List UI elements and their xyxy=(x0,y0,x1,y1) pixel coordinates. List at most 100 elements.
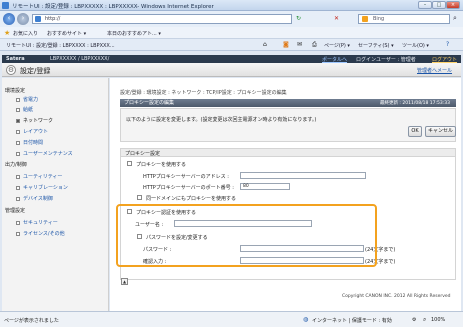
bullet-icon xyxy=(16,107,20,112)
sidebar-item-utility[interactable]: ユーティリティー xyxy=(16,173,62,180)
page-menu[interactable]: ページ(P) ▾ xyxy=(324,42,350,49)
back-icon[interactable]: ‹ xyxy=(3,13,15,25)
login-user: ログインユーザー : 管理者 xyxy=(356,57,416,63)
sidebar-category-environment: 環境設定 xyxy=(5,88,26,94)
logout-link[interactable]: ログアウト xyxy=(432,56,457,63)
sidebar-item-device-control[interactable]: デバイス制御 xyxy=(16,195,53,202)
sidebar-item-security[interactable]: セキュリティー xyxy=(16,219,58,226)
sidebar-item-label: 日付時間 xyxy=(23,140,44,146)
breadcrumb: 設定/登録 : 環境設定 : ネットワーク : TCP/IP設定 : プロキシー… xyxy=(120,90,287,96)
stop-icon[interactable]: ✕ xyxy=(334,15,339,22)
help-icon[interactable]: ? xyxy=(446,41,449,48)
zoom-icon[interactable]: ⌕ xyxy=(423,316,426,324)
refresh-icon[interactable]: ↻ xyxy=(296,15,301,22)
bullet-icon xyxy=(16,129,20,134)
home-icon[interactable]: ⌂ xyxy=(263,41,267,48)
sidebar-item-label: セキュリティー xyxy=(23,220,58,226)
sidebar-item-label: ネットワーク xyxy=(23,118,54,124)
status-text: ページが表示されました xyxy=(4,318,59,324)
sidebar-item-label: 省電力 xyxy=(23,97,39,103)
feeds-icon[interactable]: ◙ xyxy=(283,41,289,48)
forward-icon[interactable]: › xyxy=(17,13,29,25)
tab-current[interactable]: リモートUI : 設定/登録 : LBPXXXX : LBPXXX... xyxy=(6,42,115,49)
sidebar-category-output: 出力/制御 xyxy=(5,162,27,168)
sidebar-item-label: ライセンス/その他 xyxy=(23,231,65,237)
sidebar-item-user-maintenance[interactable]: ユーザーメンテナンス xyxy=(16,150,73,157)
search-icon[interactable]: ⌕ xyxy=(453,14,457,23)
same-domain-label: 同一ドメインにもプロキシーを使用する xyxy=(146,196,237,202)
cancel-button[interactable]: キャンセル xyxy=(425,126,456,137)
favorites-button[interactable]: お気に入り xyxy=(13,30,38,37)
sidebar-item-label: ユーティリティー xyxy=(23,174,63,180)
device-name: LBPXXXXX / LBPXXXXX/ xyxy=(50,56,110,62)
tools-menu[interactable]: ツール(O) ▾ xyxy=(402,42,429,49)
url-text: http:// xyxy=(45,16,61,22)
close-button[interactable]: × xyxy=(446,1,460,9)
sidebar-item-license[interactable]: ライセンス/その他 xyxy=(16,230,65,237)
page-header: ⚙ 設定/登録 管理者へメール xyxy=(2,63,461,77)
zoom-level[interactable]: 100% xyxy=(431,317,445,323)
sidebar-item-power[interactable]: 省電力 xyxy=(16,96,38,103)
brand-label: Satera xyxy=(6,56,25,62)
search-input[interactable]: Bing xyxy=(358,14,450,24)
main-panel: 設定/登録 : 環境設定 : ネットワーク : TCP/IP設定 : プロキシー… xyxy=(110,78,461,311)
http-port-label: HTTPプロキシーサーバーのポート番号 : xyxy=(143,185,234,191)
mail-admin-link[interactable]: 管理者へメール xyxy=(417,67,452,74)
http-address-label: HTTPプロキシーサーバーのアドレス : xyxy=(143,174,229,180)
address-input[interactable]: http:// xyxy=(32,14,292,24)
tab-bar: リモートUI : 設定/登録 : LBPXXXX : LBPXXX... ⌂ ◙… xyxy=(0,39,463,51)
settings-gear-icon: ⚙ xyxy=(6,65,16,75)
highlight-box xyxy=(116,204,377,267)
minimize-button[interactable]: – xyxy=(418,1,432,9)
maximize-button[interactable]: □ xyxy=(432,1,446,9)
sidebar-item-label: ユーザーメンテナンス xyxy=(23,151,73,157)
sidebar-item-label: キャリブレーション xyxy=(23,185,68,191)
ok-button[interactable]: OK xyxy=(408,126,422,137)
bullet-icon xyxy=(16,151,20,156)
bullet-icon xyxy=(16,140,20,145)
security-icon[interactable]: ⚙ xyxy=(412,317,416,323)
mail-icon[interactable]: ✉ xyxy=(297,41,302,48)
use-proxy-checkbox[interactable] xyxy=(127,161,132,166)
print-icon[interactable]: ⎙ xyxy=(312,41,317,49)
suggested-sites[interactable]: おすすめサイト ▾ xyxy=(47,30,86,37)
bullet-icon xyxy=(16,220,20,225)
bullet-icon xyxy=(16,174,20,179)
window-titlebar: リモートUI : 設定/登録 : LBPXXXXX : LBPXXXXX- Wi… xyxy=(0,0,463,11)
app-header-bar: Satera LBPXXXXX / LBPXXXXX/ ポータルへ ログインユー… xyxy=(2,55,461,63)
safety-menu[interactable]: セーフティ(S) ▾ xyxy=(358,42,394,49)
copyright: Copyright CANON INC. 2012 All Rights Res… xyxy=(342,294,451,299)
sidebar-item-label: デバイス制御 xyxy=(23,196,53,202)
sidebar: 環境設定 省電力 給紙 ネットワーク レイアウト 日付時間 ユーザーメンテナンス… xyxy=(2,78,109,311)
instruction-panel: 以下のように設定を変更します。(設定変更は次回主電源オン時より有効になります。)… xyxy=(120,108,456,142)
bullet-icon xyxy=(16,185,20,190)
sidebar-item-label: レイアウト xyxy=(23,129,49,135)
page-title: 設定/登録 xyxy=(20,67,51,75)
sidebar-category-management: 管理設定 xyxy=(5,208,26,214)
sidebar-item-paper[interactable]: 給紙 xyxy=(16,106,33,113)
sidebar-item-calibration[interactable]: キャリブレーション xyxy=(16,184,68,191)
same-domain-checkbox[interactable] xyxy=(137,195,142,200)
globe-icon: ◍ xyxy=(303,316,309,323)
status-bar: ページが表示されました ◍ インターネット | 保護モード : 有効 ⚙ ⌕ 1… xyxy=(0,311,463,327)
http-address-input[interactable] xyxy=(240,172,366,179)
proxy-section-header: プロキシー設定 xyxy=(121,149,455,157)
edit-section-title: プロキシー設定の編集 xyxy=(124,100,175,106)
ie-icon xyxy=(2,2,9,9)
window-title: リモートUI : 設定/登録 : LBPXXXXX : LBPXXXXX- Wi… xyxy=(12,4,214,10)
bullet-icon xyxy=(16,97,20,102)
page-top-link[interactable]: ▲ xyxy=(121,278,128,285)
favorites-star-icon[interactable]: ★ xyxy=(4,29,10,37)
portal-link[interactable]: ポータルへ xyxy=(322,56,347,63)
http-port-input[interactable]: 80 xyxy=(240,183,290,190)
proxy-section-title: プロキシー設定 xyxy=(125,151,161,157)
sidebar-item-network[interactable]: ネットワーク xyxy=(16,117,53,124)
zone-text: インターネット | 保護モード : 有効 xyxy=(312,318,392,324)
sidebar-item-layout[interactable]: レイアウト xyxy=(16,128,48,135)
web-slice-gallery[interactable]: 本日のおすすめアト... ▾ xyxy=(107,30,161,37)
sidebar-item-datetime[interactable]: 日付時間 xyxy=(16,139,43,146)
bullet-icon xyxy=(16,231,20,236)
last-updated: 最終更新 : 2011/08/18 17:53:33 xyxy=(380,101,450,106)
sidebar-item-label: 給紙 xyxy=(23,107,34,113)
search-placeholder: Bing xyxy=(373,16,385,22)
